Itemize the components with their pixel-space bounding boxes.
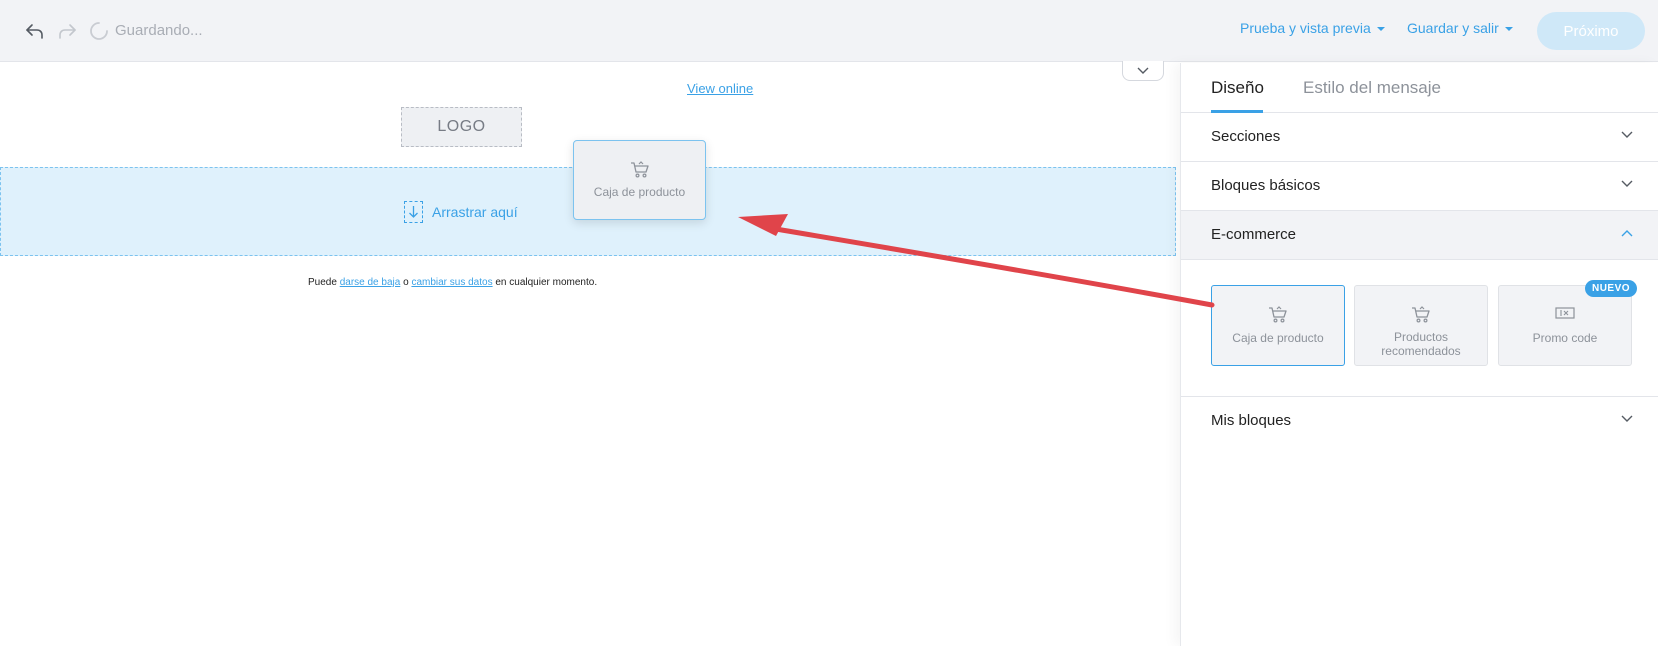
accordion-sections-label: Secciones: [1211, 128, 1281, 145]
footer-prefix: Puede: [308, 277, 340, 288]
drop-zone-label: Arrastrar aquí: [432, 204, 518, 220]
footer-suffix: en cualquier momento.: [492, 277, 598, 288]
accordion-ecommerce-label: E-commerce: [1211, 226, 1297, 243]
accordion-basic-blocks-label: Bloques básicos: [1211, 177, 1321, 194]
cart-icon: [1268, 306, 1288, 329]
design-panel: Diseño Estilo del mensaje Secciones Bloq…: [1180, 63, 1658, 646]
footer-unsubscribe-text: Puede darse de baja o cambiar sus datos …: [308, 277, 597, 288]
tab-message-style[interactable]: Estilo del mensaje: [1303, 78, 1441, 98]
tab-design[interactable]: Diseño: [1211, 78, 1264, 98]
chevron-down-icon: [1621, 415, 1633, 422]
next-button[interactable]: Próximo: [1537, 12, 1645, 50]
save-exit-dropdown[interactable]: Guardar y salir: [1407, 20, 1513, 36]
recommended-products-block[interactable]: Productos recomendados: [1354, 285, 1488, 366]
preview-dropdown-label: Prueba y vista previa: [1240, 20, 1371, 36]
caret-down-icon: [1376, 26, 1385, 31]
collapse-header-toggle[interactable]: [1122, 61, 1164, 81]
unsubscribe-link[interactable]: darse de baja: [340, 277, 401, 288]
change-data-link[interactable]: cambiar sus datos: [411, 277, 492, 288]
promo-code-label: Promo code: [1532, 331, 1598, 345]
save-exit-dropdown-label: Guardar y salir: [1407, 20, 1499, 36]
cart-icon: [630, 161, 650, 184]
panel-tabs: Diseño Estilo del mensaje: [1181, 63, 1658, 113]
ticket-icon: [1555, 306, 1575, 325]
accordion-ecommerce[interactable]: E-commerce: [1181, 211, 1658, 260]
caret-down-icon: [1504, 26, 1513, 31]
drop-arrow-icon: [404, 201, 423, 223]
undo-icon[interactable]: [24, 20, 46, 42]
accordion-my-blocks[interactable]: Mis bloques: [1181, 396, 1658, 445]
chevron-down-icon: [1621, 180, 1633, 187]
accordion-basic-blocks[interactable]: Bloques básicos: [1181, 162, 1658, 211]
preview-dropdown[interactable]: Prueba y vista previa: [1240, 20, 1385, 36]
chevron-down-icon: [1621, 131, 1633, 138]
footer-middle: o: [400, 277, 412, 288]
promo-code-block[interactable]: Promo code: [1498, 285, 1632, 366]
top-toolbar: Guardando... Prueba y vista previa Guard…: [0, 0, 1658, 62]
redo-icon[interactable]: [56, 20, 78, 42]
logo-placeholder[interactable]: LOGO: [401, 107, 522, 147]
product-box-label: Caja de producto: [1232, 331, 1324, 345]
dragged-product-block[interactable]: Caja de producto: [573, 140, 706, 220]
new-badge: NUEVO: [1585, 280, 1637, 297]
ecommerce-blocks: Caja de producto Productos recomendados …: [1211, 285, 1632, 367]
chevron-down-icon: [1137, 67, 1149, 74]
dragged-block-label: Caja de producto: [593, 185, 686, 199]
view-online-link[interactable]: View online: [687, 81, 753, 96]
cart-icon: [1411, 306, 1431, 329]
accordion-my-blocks-label: Mis bloques: [1211, 412, 1292, 429]
saving-status: Guardando...: [115, 22, 203, 39]
chevron-up-icon: [1621, 230, 1633, 237]
loading-spinner-icon: [88, 20, 110, 42]
product-box-block[interactable]: Caja de producto: [1211, 285, 1345, 366]
accordion-sections[interactable]: Secciones: [1181, 113, 1658, 162]
recommended-products-label: Productos recomendados: [1381, 330, 1461, 358]
